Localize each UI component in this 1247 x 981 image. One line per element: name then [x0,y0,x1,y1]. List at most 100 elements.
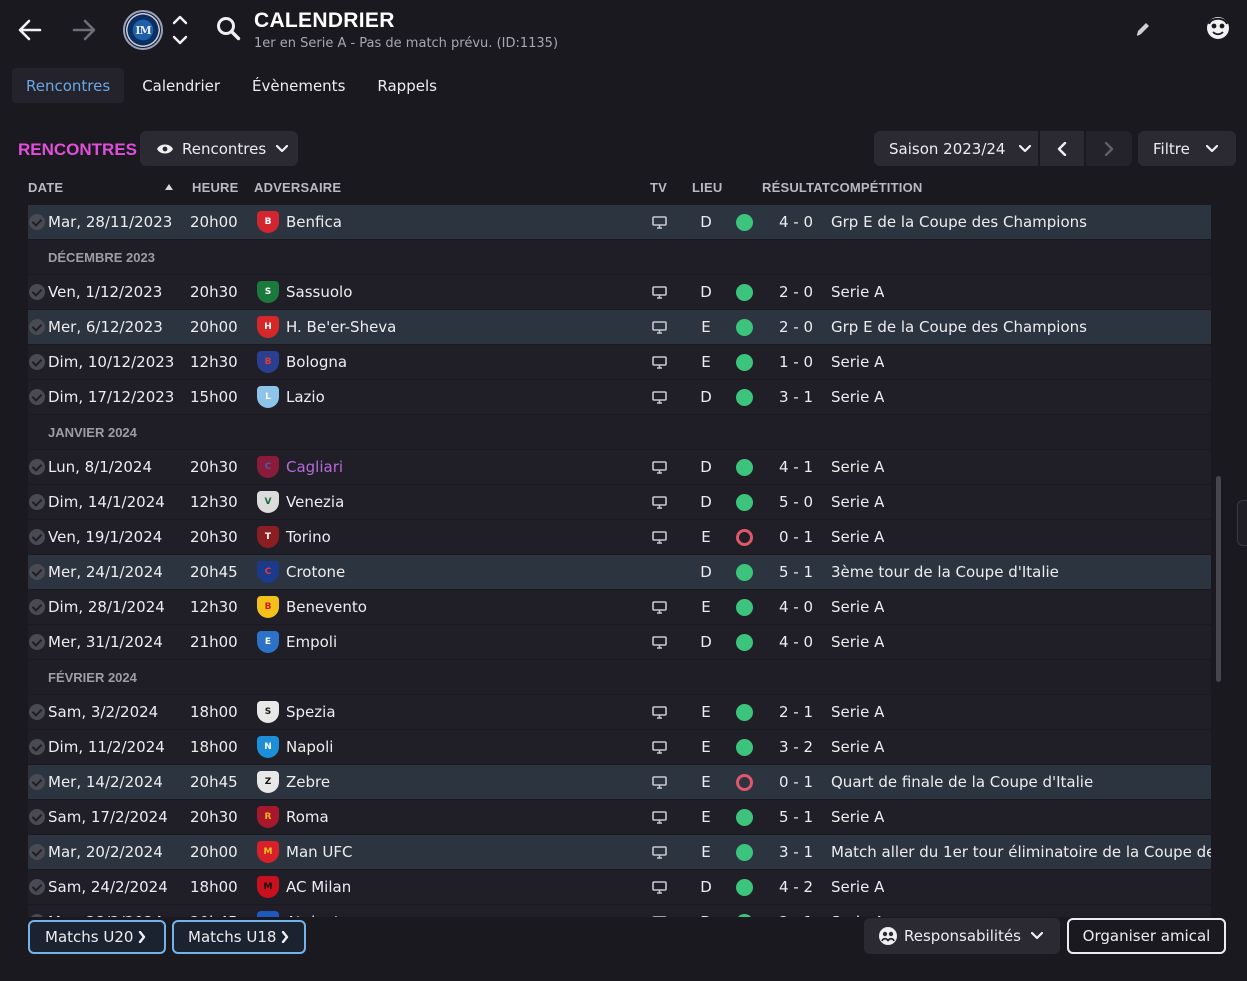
column-header-time[interactable]: HEURE [192,180,239,195]
tab-calendrier[interactable]: Calendrier [128,68,234,103]
match-score[interactable]: 2 - 0 [768,275,824,309]
competition-name[interactable]: Serie A [831,695,884,729]
fixture-row[interactable]: Lun, 8/1/2024 20h30 C Cagliari D 4 - 1 Serie A [28,450,1211,484]
column-header-result[interactable]: RÉSULTAT [762,180,830,195]
fixture-row[interactable]: Mer, 24/1/2024 20h45 C Crotone D 5 - 1 3ème to… [28,555,1211,589]
opponent-name[interactable]: Torino [286,520,331,554]
match-score[interactable]: 5 - 1 [768,555,824,589]
match-score[interactable]: 2 - 1 [768,695,824,729]
match-score[interactable]: 4 - 0 [768,625,824,659]
match-score[interactable]: 2 - 0 [768,310,824,344]
fixture-row[interactable]: Dim, 11/2/2024 18h00 N Napoli E 3 - 2 Serie A [28,730,1211,764]
tab-evenements[interactable]: Évènements [238,68,359,103]
opponent-name[interactable]: Spezia [286,695,336,729]
opponent-name[interactable]: AC Milan [286,870,351,904]
search-button[interactable] [214,14,244,44]
competition-name[interactable]: Serie A [831,905,884,917]
responsibilities-dropdown[interactable]: Responsabilités [864,918,1060,954]
competition-name[interactable]: Grp E de la Coupe des Champions [831,205,1087,239]
scrollbar-thumb[interactable] [1216,476,1221,682]
match-score[interactable]: 5 - 0 [768,485,824,519]
match-score[interactable]: 4 - 2 [768,870,824,904]
match-score[interactable]: 1 - 0 [768,345,824,379]
competition-name[interactable]: Serie A [831,345,884,379]
opponent-name[interactable]: Man UFC [286,835,353,869]
opponent-name[interactable]: H. Be'er-Sheva [286,310,396,344]
u20-matches-button[interactable]: Matchs U20 [28,920,166,954]
competition-name[interactable]: Serie A [831,485,884,519]
column-header-competition[interactable]: COMPÉTITION [830,180,922,195]
back-button[interactable] [14,14,46,46]
competition-name[interactable]: Serie A [831,380,884,414]
opponent-name[interactable]: Benevento [286,590,367,624]
fixture-row[interactable]: Dim, 14/1/2024 12h30 V Venezia D 5 - 0 Serie A [28,485,1211,519]
u18-matches-button[interactable]: Matchs U18 [172,920,306,954]
column-header-venue[interactable]: LIEU [692,180,722,195]
fixture-row[interactable]: Dim, 28/1/2024 12h30 B Benevento E 4 - 0 Serie… [28,590,1211,624]
forward-button[interactable] [68,14,100,46]
side-panel-handle[interactable] [1237,500,1247,546]
opponent-name[interactable]: Atalanta [286,905,349,917]
competition-name[interactable]: Serie A [831,275,884,309]
filter-dropdown[interactable]: Filtre [1138,131,1236,166]
fixture-row[interactable]: Ven, 19/1/2024 20h30 T Torino E 0 - 1 Serie A [28,520,1211,554]
fixture-row[interactable]: Dim, 17/12/2023 15h00 L Lazio D 3 - 1 Serie A [28,380,1211,414]
competition-name[interactable]: Serie A [831,625,884,659]
competition-name[interactable]: Serie A [831,590,884,624]
opponent-name[interactable]: Cagliari [286,450,343,484]
fixture-row[interactable]: Mer, 14/2/2024 20h45 Z Zebre E 0 - 1 Quart de … [28,765,1211,799]
opponent-name[interactable]: Venezia [286,485,344,519]
column-header-date[interactable]: DATE [28,180,63,195]
opponent-name[interactable]: Bologna [286,345,347,379]
opponent-name[interactable]: Crotone [286,555,345,589]
manager-avatar-button[interactable] [1204,14,1232,42]
season-dropdown[interactable]: Saison 2023/24 [874,131,1038,166]
next-season-button[interactable] [1086,131,1132,166]
club-crest[interactable]: IM [123,10,163,50]
competition-name[interactable]: 3ème tour de la Coupe d'Italie [831,555,1059,589]
edit-button[interactable] [1132,18,1154,40]
opponent-name[interactable]: Sassuolo [286,275,352,309]
competition-name[interactable]: Serie A [831,870,884,904]
match-score[interactable]: 4 - 1 [768,450,824,484]
column-header-opponent[interactable]: ADVERSAIRE [254,180,341,195]
fixture-row[interactable]: Sam, 3/2/2024 18h00 S Spezia E 2 - 1 Serie A [28,695,1211,729]
match-score[interactable]: 3 - 1 [768,835,824,869]
competition-name[interactable]: Serie A [831,450,884,484]
match-score[interactable]: 4 - 0 [768,590,824,624]
fixture-row[interactable]: Mar, 28/11/2023 20h00 B Benfica D 4 - 0 Grp E … [28,205,1211,239]
fixture-row[interactable]: Mar, 20/2/2024 20h00 M Man UFC E 3 - 1 Match a… [28,835,1211,869]
match-score[interactable]: 5 - 1 [768,800,824,834]
competition-name[interactable]: Serie A [831,730,884,764]
fixture-row[interactable]: Mer, 31/1/2024 21h00 E Empoli D 4 - 0 Serie A [28,625,1211,659]
match-score[interactable]: 0 - 1 [768,765,824,799]
fixture-row[interactable]: Sam, 24/2/2024 18h00 M AC Milan D 4 - 2 Serie … [28,870,1211,904]
fixture-row[interactable]: Mer, 6/12/2023 20h00 H H. Be'er-Sheva E 2 - 0… [28,310,1211,344]
fixture-row[interactable]: Dim, 10/12/2023 12h30 B Bologna E 1 - 0 Serie … [28,345,1211,379]
opponent-name[interactable]: Benfica [286,205,342,239]
column-header-tv[interactable]: TV [650,180,667,195]
match-score[interactable]: 3 - 1 [768,380,824,414]
competition-name[interactable]: Match aller du 1er tour éliminatoire de … [831,835,1211,869]
competition-name[interactable]: Quart de finale de la Coupe d'Italie [831,765,1093,799]
opponent-name[interactable]: Roma [286,800,329,834]
sort-ascending-icon[interactable] [164,183,174,191]
club-switcher[interactable] [170,13,190,47]
opponent-name[interactable]: Empoli [286,625,337,659]
previous-season-button[interactable] [1040,131,1084,166]
tab-rappels[interactable]: Rappels [363,68,451,103]
match-score[interactable]: 0 - 1 [768,520,824,554]
competition-name[interactable]: Serie A [831,520,884,554]
organize-friendly-button[interactable]: Organiser amical [1067,918,1226,954]
match-score[interactable]: 3 - 2 [768,730,824,764]
view-dropdown[interactable]: Rencontres [140,131,298,166]
match-score[interactable]: 4 - 0 [768,205,824,239]
tab-rencontres[interactable]: Rencontres [12,68,125,103]
fixture-row[interactable]: Mar, 28/2/2024 20h45 A Atalanta D 2 - 1 Serie … [28,905,1211,917]
opponent-name[interactable]: Napoli [286,730,333,764]
opponent-name[interactable]: Lazio [286,380,325,414]
competition-name[interactable]: Grp E de la Coupe des Champions [831,310,1087,344]
opponent-name[interactable]: Zebre [286,765,330,799]
competition-name[interactable]: Serie A [831,800,884,834]
fixture-row[interactable]: Ven, 1/12/2023 20h30 S Sassuolo D 2 - 0 Serie … [28,275,1211,309]
